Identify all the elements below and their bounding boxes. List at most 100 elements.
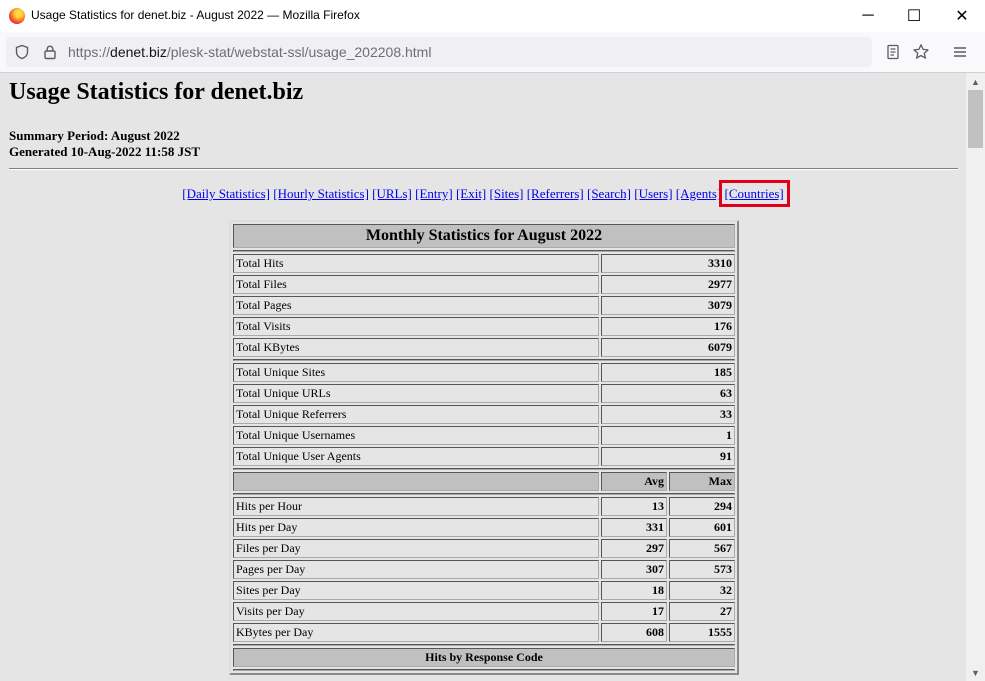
response-code-title: Hits by Response Code [233,648,735,667]
page-viewport: Usage Statistics for denet.biz Summary P… [0,73,966,681]
maximize-button[interactable]: ☐ [891,0,937,32]
row-value: 2977 [601,275,735,294]
row-label: Total Hits [233,254,599,273]
row-label: Hits per Hour [233,497,599,516]
row-avg: 307 [601,560,667,579]
generated-timestamp: Generated 10-Aug-2022 11:58 JST [9,144,201,159]
row-label: Total Unique URLs [233,384,599,403]
row-avg: 331 [601,518,667,537]
url-text[interactable]: https://denet.biz/plesk-stat/webstat-ssl… [68,44,431,60]
window-title: Usage Statistics for denet.biz - August … [31,8,360,22]
reader-view-icon[interactable] [878,37,908,67]
stats-nav-links: [Daily Statistics] [Hourly Statistics] [… [0,180,966,207]
row-avg: 608 [601,623,667,642]
app-menu-icon[interactable] [945,37,975,67]
table-row: Total Unique Referrers 33 [233,405,735,424]
row-value: 185 [601,363,735,382]
row-value: 3310 [601,254,735,273]
row-max: 573 [669,560,735,579]
row-max: 1555 [669,623,735,642]
link-agents[interactable]: [Agents] [676,186,722,201]
table-row: Sites per Day 18 32 [233,581,735,600]
header-blank [233,472,599,491]
row-avg: 297 [601,539,667,558]
row-label: Total KBytes [233,338,599,357]
bookmark-star-icon[interactable] [906,37,936,67]
link-sites[interactable]: [Sites] [490,186,524,201]
row-max: 294 [669,497,735,516]
row-label: Pages per Day [233,560,599,579]
summary-period: Summary Period: August 2022 [9,128,180,143]
link-search[interactable]: [Search] [587,186,631,201]
row-label: Total Visits [233,317,599,336]
row-label: Files per Day [233,539,599,558]
url-path: /plesk-stat/webstat-ssl/usage_202208.htm… [166,44,432,60]
close-button[interactable]: ✕ [939,0,985,32]
shield-icon[interactable] [12,37,32,67]
row-value: 63 [601,384,735,403]
monthly-statistics-table: Monthly Statistics for August 2022 Total… [229,220,739,675]
row-max: 567 [669,539,735,558]
row-avg: 17 [601,602,667,621]
table-row: Total Pages 3079 [233,296,735,315]
row-label: Sites per Day [233,581,599,600]
link-countries[interactable]: [Countries] [718,180,790,207]
table-row: Total Unique URLs 63 [233,384,735,403]
link-daily-statistics[interactable]: [Daily Statistics] [182,186,270,201]
lock-icon[interactable] [40,37,60,67]
row-value: 1 [601,426,735,445]
minimize-button[interactable]: ─ [845,0,891,32]
navigation-toolbar: https://denet.biz/plesk-stat/webstat-ssl… [0,32,985,73]
row-label: Total Files [233,275,599,294]
link-referrers[interactable]: [Referrers] [527,186,584,201]
row-max: 601 [669,518,735,537]
vertical-scrollbar[interactable]: ▲ ▼ [966,73,985,681]
header-avg: Avg [601,472,667,491]
row-label: KBytes per Day [233,623,599,642]
link-exit[interactable]: [Exit] [456,186,486,201]
row-avg: 18 [601,581,667,600]
page-title: Usage Statistics for denet.biz [9,79,304,105]
row-value: 176 [601,317,735,336]
table-separator [233,644,735,646]
table-row: Visits per Day 17 27 [233,602,735,621]
scrollbar-thumb[interactable] [968,90,983,148]
scroll-down-icon[interactable]: ▼ [966,664,985,681]
scroll-up-icon[interactable]: ▲ [966,73,985,90]
row-label: Total Unique Usernames [233,426,599,445]
table-separator [233,250,735,252]
url-prefix: https:// [68,44,111,60]
url-domain: denet.biz [110,44,167,60]
window-titlebar: Usage Statistics for denet.biz - August … [0,0,985,32]
url-bar[interactable]: https://denet.biz/plesk-stat/webstat-ssl… [6,37,872,67]
table-separator [233,493,735,495]
row-value: 33 [601,405,735,424]
row-label: Total Unique Referrers [233,405,599,424]
table-separator [233,359,735,361]
row-max: 27 [669,602,735,621]
link-urls[interactable]: [URLs] [372,186,412,201]
table-row: Files per Day 297 567 [233,539,735,558]
table-row: Total Unique Sites 185 [233,363,735,382]
table-header-row: Avg Max [233,472,735,491]
row-label: Total Pages [233,296,599,315]
table-row: Total KBytes 6079 [233,338,735,357]
table-row: KBytes per Day 608 1555 [233,623,735,642]
link-entry[interactable]: [Entry] [415,186,453,201]
row-label: Total Unique User Agents [233,447,599,466]
table-separator [233,468,735,470]
table-separator [233,669,735,671]
row-max: 32 [669,581,735,600]
link-hourly-statistics[interactable]: [Hourly Statistics] [273,186,369,201]
row-label: Hits per Day [233,518,599,537]
table-row: Pages per Day 307 573 [233,560,735,579]
table-row: Total Hits 3310 [233,254,735,273]
monthly-statistics-title: Monthly Statistics for August 2022 [233,224,735,248]
table-row: Hits per Day 331 601 [233,518,735,537]
header-max: Max [669,472,735,491]
table-row: Total Files 2977 [233,275,735,294]
summary-block: Summary Period: August 2022 Generated 10… [9,128,200,160]
divider [9,168,958,170]
link-users[interactable]: [Users] [634,186,672,201]
row-avg: 13 [601,497,667,516]
